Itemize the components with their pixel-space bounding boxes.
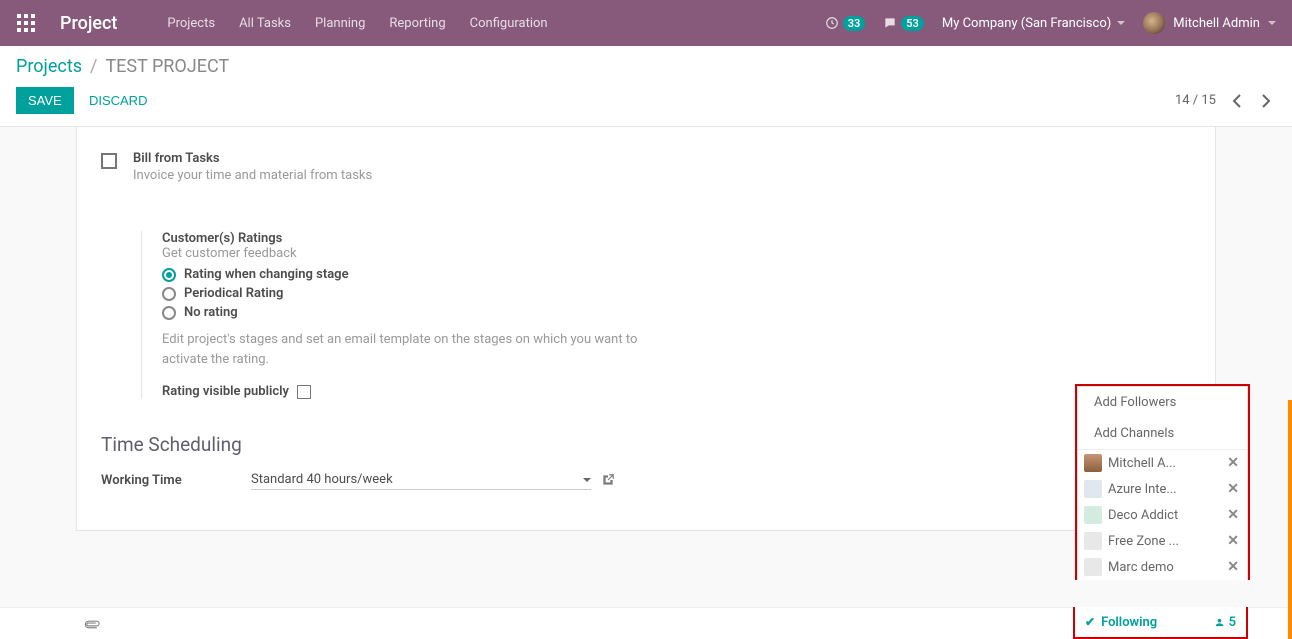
top-navbar: Project Projects All Tasks Planning Repo… [0, 0, 1292, 46]
radio-icon [162, 268, 176, 282]
nav-all-tasks[interactable]: All Tasks [229, 10, 301, 37]
bill-from-tasks-row: Bill from Tasks Invoice your time and ma… [101, 151, 1191, 183]
control-panel: Projects / TEST PROJECT SAVE DISCARD 14 … [0, 46, 1292, 127]
follower-item[interactable]: Azure Inte... ✕ [1078, 476, 1247, 502]
radio-icon [162, 287, 176, 301]
working-time-row: Working Time Standard 40 hours/week [101, 470, 1191, 490]
follower-name: Mitchell A... [1108, 456, 1221, 471]
cp-buttons: SAVE DISCARD [16, 87, 159, 114]
cp-bottom: SAVE DISCARD 14 / 15 [16, 87, 1276, 114]
ratings-sub: Get customer feedback [162, 246, 1191, 261]
rating-public-row: Rating visible publicly [162, 383, 1191, 399]
ratings-label: Customer(s) Ratings [162, 231, 1191, 246]
followers-list: Mitchell A... ✕ Azure Inte... ✕ Deco Addic… [1078, 449, 1247, 580]
working-time-label: Working Time [101, 473, 251, 488]
rating-periodical-radio[interactable]: Periodical Rating [162, 286, 1191, 301]
rating-none-radio[interactable]: No rating [162, 305, 1191, 320]
breadcrumb: Projects / TEST PROJECT [16, 56, 1276, 77]
app-brand[interactable]: Project [60, 13, 117, 34]
avatar [1084, 532, 1102, 550]
follower-count-value: 5 [1229, 615, 1236, 630]
apps-icon[interactable] [16, 13, 36, 33]
avatar [1084, 506, 1102, 524]
avatar [1084, 480, 1102, 498]
avatar [1084, 454, 1102, 472]
caret-down-icon [583, 478, 591, 482]
working-time-value: Standard 40 hours/week [251, 472, 393, 487]
user-icon [1214, 617, 1225, 628]
breadcrumb-root[interactable]: Projects [16, 56, 82, 77]
company-switcher[interactable]: My Company (San Francisco) [942, 16, 1125, 31]
check-icon: ✔ [1085, 615, 1095, 629]
user-name: Mitchell Admin [1173, 16, 1260, 31]
follower-item[interactable]: Marc demo ✕ [1078, 554, 1247, 580]
avatar [1143, 12, 1165, 34]
discard-button[interactable]: DISCARD [77, 87, 160, 114]
nav-projects[interactable]: Projects [157, 10, 225, 37]
clock-icon [825, 16, 839, 30]
pager-prev[interactable] [1226, 91, 1246, 111]
add-channels-item[interactable]: Add Channels [1078, 418, 1247, 449]
rating-stage-label: Rating when changing stage [184, 267, 349, 282]
add-followers-item[interactable]: Add Followers [1078, 387, 1247, 418]
save-button[interactable]: SAVE [16, 87, 74, 114]
form-sheet: Bill from Tasks Invoice your time and ma… [76, 127, 1216, 531]
nav-menu: Projects All Tasks Planning Reporting Co… [157, 10, 824, 37]
caret-down-icon [1117, 21, 1125, 25]
remove-follower-icon[interactable]: ✕ [1227, 481, 1239, 497]
follower-name: Free Zone ... [1108, 534, 1221, 549]
remove-follower-icon[interactable]: ✕ [1227, 455, 1239, 471]
follower-name: Deco Addict [1108, 508, 1221, 523]
avatar [1084, 558, 1102, 576]
follower-count-button[interactable]: 5 [1214, 615, 1236, 630]
followers-popover: Add Followers Add Channels Mitchell A...… [1075, 384, 1250, 580]
attachment-icon[interactable] [81, 612, 104, 635]
chevron-right-icon [1262, 94, 1271, 108]
bill-from-tasks-checkbox[interactable] [101, 153, 117, 169]
rating-public-label: Rating visible publicly [162, 384, 289, 399]
pager-next[interactable] [1256, 91, 1276, 111]
follower-item[interactable]: Deco Addict ✕ [1078, 502, 1247, 528]
nav-reporting[interactable]: Reporting [379, 10, 455, 37]
ratings-help: Edit project's stages and set an email t… [162, 330, 642, 369]
follow-status-bar: ✔ Following 5 [1073, 607, 1248, 639]
remove-follower-icon[interactable]: ✕ [1227, 559, 1239, 575]
company-name: My Company (San Francisco) [942, 16, 1111, 31]
pager-text: 14 / 15 [1175, 93, 1216, 108]
messages-count: 53 [901, 16, 924, 31]
following-label: Following [1101, 615, 1157, 630]
nav-right: 33 53 My Company (San Francisco) Mitchel… [825, 12, 1276, 34]
breadcrumb-sep: / [90, 56, 97, 77]
nav-planning[interactable]: Planning [305, 10, 375, 37]
ratings-block: Customer(s) Ratings Get customer feedbac… [141, 231, 1191, 399]
activity-indicator[interactable]: 33 [825, 16, 866, 31]
nav-configuration[interactable]: Configuration [460, 10, 558, 37]
working-time-select[interactable]: Standard 40 hours/week [251, 470, 591, 490]
scroll-indicator [1288, 400, 1292, 639]
follower-item[interactable]: Mitchell A... ✕ [1078, 450, 1247, 476]
following-button[interactable]: ✔ Following [1085, 615, 1157, 630]
rating-none-label: No rating [184, 305, 238, 320]
follower-name: Marc demo [1108, 560, 1221, 575]
messages-indicator[interactable]: 53 [883, 16, 924, 31]
follower-name: Azure Inte... [1108, 482, 1221, 497]
bill-from-tasks-help: Invoice your time and material from task… [133, 168, 372, 183]
caret-down-icon [1268, 21, 1276, 25]
rating-stage-radio[interactable]: Rating when changing stage [162, 267, 1191, 282]
user-menu[interactable]: Mitchell Admin [1143, 12, 1276, 34]
external-link-icon[interactable] [601, 473, 615, 487]
pager: 14 / 15 [1175, 91, 1276, 111]
rating-periodical-label: Periodical Rating [184, 286, 283, 301]
remove-follower-icon[interactable]: ✕ [1227, 507, 1239, 523]
time-scheduling-heading: Time Scheduling [101, 433, 1191, 456]
chat-icon [883, 16, 897, 30]
breadcrumb-current: TEST PROJECT [105, 56, 229, 77]
follower-item[interactable]: Free Zone ... ✕ [1078, 528, 1247, 554]
remove-follower-icon[interactable]: ✕ [1227, 533, 1239, 549]
bill-from-tasks-label: Bill from Tasks [133, 151, 372, 166]
chevron-left-icon [1232, 94, 1241, 108]
radio-icon [162, 306, 176, 320]
activity-count: 33 [843, 16, 866, 31]
rating-public-checkbox[interactable] [297, 385, 311, 399]
